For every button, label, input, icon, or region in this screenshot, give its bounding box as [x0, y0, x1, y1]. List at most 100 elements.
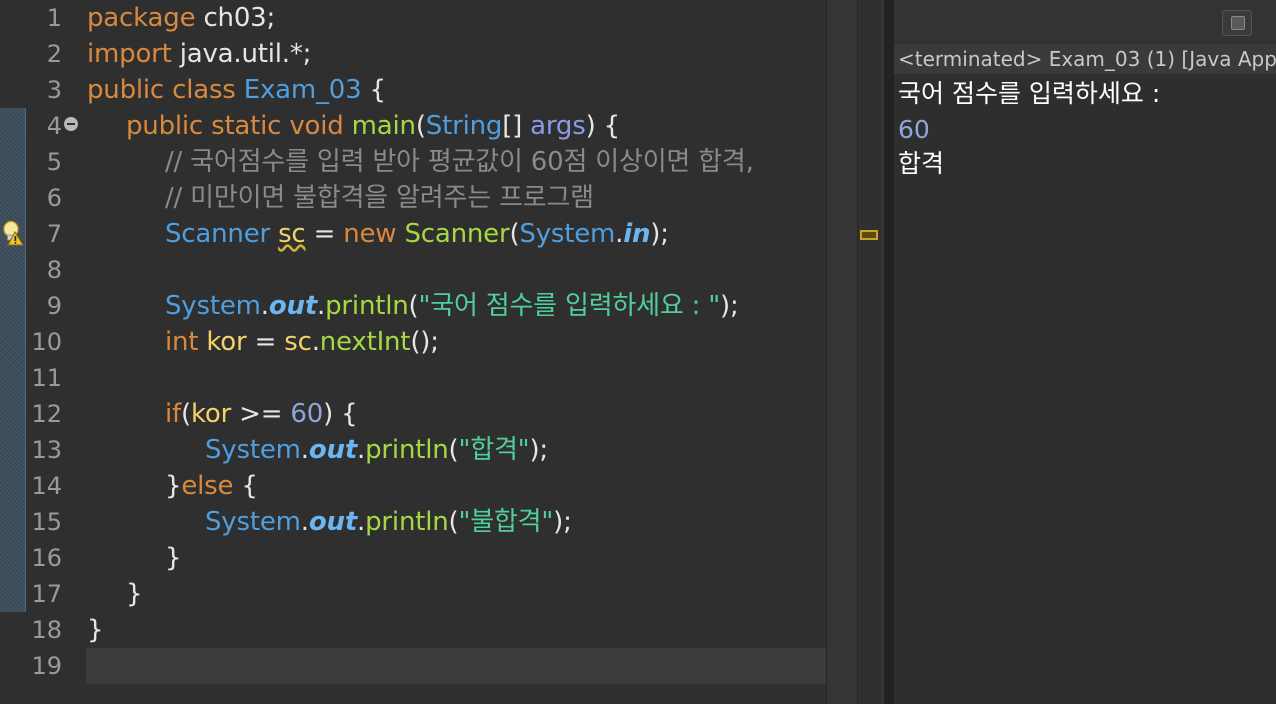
code-token: { — [233, 471, 258, 501]
code-token: ch03; — [195, 3, 276, 33]
code-token: } — [165, 543, 182, 573]
code-token: out — [268, 291, 318, 321]
code-token: System — [205, 435, 301, 465]
code-line[interactable]: 11 — [0, 360, 826, 396]
code-line[interactable]: 5 // 국어점수를 입력 받아 평균값이 60점 이상이면 합격, — [0, 144, 826, 180]
code-token: . — [300, 435, 309, 465]
code-token: Exam_03 — [243, 75, 362, 105]
code-text[interactable]: import java.util.*; — [87, 36, 311, 72]
code-line[interactable]: 6 // 미만이면 불합격을 알려주는 프로그램 — [0, 180, 826, 216]
code-token: public static void — [126, 111, 344, 141]
code-token: = — [305, 219, 344, 249]
code-text[interactable]: System.out.println("국어 점수를 입력하세요 : "); — [165, 288, 739, 324]
code-text[interactable]: System.out.println("불합격"); — [205, 504, 572, 540]
line-number: 11 — [31, 364, 62, 392]
line-number: 9 — [46, 292, 62, 320]
code-line[interactable]: 8 — [0, 252, 826, 288]
code-line[interactable]: 12 if(kor >= 60) { — [0, 396, 826, 432]
code-text[interactable]: Scanner sc = new Scanner(System.in); — [165, 216, 669, 252]
code-text[interactable]: } — [126, 576, 143, 612]
code-line[interactable]: 1 package ch03; — [0, 0, 826, 36]
overview-ruler[interactable] — [826, 0, 884, 704]
code-token: out — [308, 435, 358, 465]
code-token: public class — [87, 75, 236, 105]
code-token: . — [300, 507, 309, 537]
code-token: "불합격" — [458, 507, 554, 537]
code-token: // 미만이면 불합격을 알려주는 프로그램 — [165, 183, 594, 213]
code-token: new — [343, 219, 397, 249]
code-token: ( — [180, 399, 191, 429]
code-token: } — [165, 471, 182, 501]
code-line[interactable]: 9 System.out.println("국어 점수를 입력하세요 : "); — [0, 288, 826, 324]
code-token: { — [361, 75, 387, 105]
code-token: . — [317, 291, 326, 321]
warning-lightbulb-icon[interactable] — [2, 220, 24, 246]
code-text[interactable]: System.out.println("합격"); — [205, 432, 548, 468]
code-token: java.util.*; — [171, 39, 312, 69]
overview-ruler-column — [857, 0, 881, 704]
collapse-minus-icon[interactable] — [64, 117, 78, 131]
code-token: System — [519, 219, 616, 249]
line-number: 5 — [46, 148, 62, 176]
code-text[interactable]: public static void main(String[] args) { — [126, 108, 620, 144]
code-line[interactable]: 19 — [0, 648, 826, 684]
code-line[interactable]: 14 }else { — [0, 468, 826, 504]
code-line[interactable]: 13 System.out.println("합격"); — [0, 432, 826, 468]
code-token: ( — [408, 291, 419, 321]
console-view[interactable]: <terminated> Exam_03 (1) [Java Applicati… — [894, 0, 1276, 704]
code-text[interactable]: }else { — [165, 468, 258, 504]
code-line[interactable]: 7 Scanner sc = new Scanner(System.in); — [0, 216, 826, 252]
code-text[interactable]: if(kor >= 60) { — [165, 396, 358, 432]
code-line[interactable]: 3 public class Exam_03 { — [0, 72, 826, 108]
code-token: nextInt — [319, 327, 411, 357]
code-token: System — [165, 291, 261, 321]
code-token: sc — [284, 327, 312, 357]
line-number: 4 — [46, 112, 62, 140]
line-number: 8 — [46, 256, 62, 284]
code-line[interactable]: 15 System.out.println("불합격"); — [0, 504, 826, 540]
code-token: >= — [231, 399, 291, 429]
code-token: if — [165, 399, 181, 429]
minimize-icon[interactable] — [1222, 10, 1252, 36]
code-token: int — [165, 327, 199, 357]
code-text[interactable]: package ch03; — [87, 0, 275, 36]
code-token: . — [357, 507, 366, 537]
code-text[interactable]: public class Exam_03 { — [87, 72, 386, 108]
warning-marker[interactable] — [860, 230, 878, 240]
code-token: println — [325, 291, 409, 321]
code-token: ( — [448, 435, 459, 465]
console-process-title: <terminated> Exam_03 (1) [Java Applicati… — [898, 47, 1276, 71]
code-token: System — [205, 507, 301, 537]
code-line[interactable]: 10 int kor = sc.nextInt(); — [0, 324, 826, 360]
code-token: String — [425, 111, 503, 141]
code-line[interactable]: 4 public static void main(String[] args) … — [0, 108, 826, 144]
code-editor[interactable]: 1 package ch03; 2 import java.util.*; 3 publi… — [0, 0, 826, 704]
line-number: 14 — [31, 472, 62, 500]
code-token: . — [357, 435, 366, 465]
code-token: ); — [650, 219, 669, 249]
code-token: println — [365, 435, 449, 465]
code-text[interactable]: // 국어점수를 입력 받아 평균값이 60점 이상이면 합격, — [165, 144, 754, 180]
code-token: out — [308, 507, 358, 537]
line-number: 16 — [31, 544, 62, 572]
view-divider[interactable] — [884, 0, 894, 704]
code-text[interactable]: } — [165, 540, 182, 576]
code-line[interactable]: 18} — [0, 612, 826, 648]
code-token: kor — [206, 327, 247, 357]
code-line[interactable]: 16} — [0, 540, 826, 576]
code-token: main — [351, 111, 416, 141]
line-number: 13 — [31, 436, 62, 464]
code-line[interactable]: 2 import java.util.*; — [0, 36, 826, 72]
code-text[interactable]: // 미만이면 불합격을 알려주는 프로그램 — [165, 180, 594, 216]
code-line[interactable]: 17} — [0, 576, 826, 612]
code-token: ); — [529, 435, 548, 465]
code-text[interactable]: } — [87, 612, 104, 648]
code-token: [] — [502, 111, 531, 141]
line-number: 1 — [46, 4, 62, 32]
code-token: kor — [190, 399, 232, 429]
code-text[interactable]: int kor = sc.nextInt(); — [165, 324, 439, 360]
code-token: Scanner — [404, 219, 510, 249]
